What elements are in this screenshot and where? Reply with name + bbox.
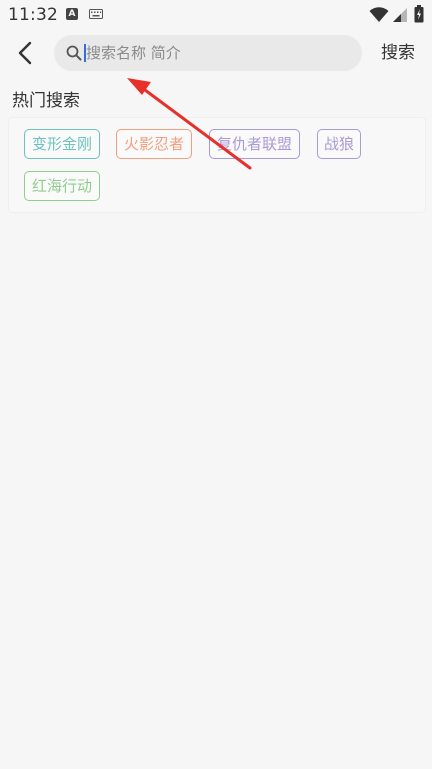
status-bar: 11:32 A (0, 0, 432, 30)
annotation-arrow (127, 78, 252, 170)
hot-tag-label: 火影忍者 (123, 135, 184, 153)
hot-tag[interactable]: 变形金刚 (24, 129, 100, 159)
hot-tag[interactable]: 战狼 (317, 129, 361, 159)
hot-search-title: 热门搜索 (12, 91, 80, 111)
wifi-icon (369, 7, 389, 22)
hot-tag-label: 复仇者联盟 (216, 135, 292, 153)
hot-tag[interactable]: 红海行动 (24, 171, 100, 201)
hot-tag-label: 红海行动 (31, 177, 92, 195)
search-input[interactable] (86, 35, 348, 71)
hot-tag-label: 变形金刚 (31, 135, 92, 153)
signal-icon (393, 8, 407, 22)
search-button[interactable]: 搜索 (376, 41, 420, 65)
back-button[interactable] (10, 38, 40, 68)
chevron-left-icon (18, 41, 32, 65)
a-notification-icon: A (66, 8, 78, 20)
hot-search-panel: 变形金刚 火影忍者 复仇者联盟 战狼 红海行动 (8, 117, 426, 213)
hot-tag-label: 战狼 (324, 135, 355, 153)
hot-tag[interactable]: 复仇者联盟 (209, 129, 300, 159)
search-box[interactable] (54, 35, 362, 71)
keyboard-icon (89, 9, 103, 19)
hot-tag[interactable]: 火影忍者 (116, 129, 192, 159)
search-icon (66, 45, 82, 61)
status-time: 11:32 (8, 5, 58, 25)
battery-icon (414, 5, 424, 23)
